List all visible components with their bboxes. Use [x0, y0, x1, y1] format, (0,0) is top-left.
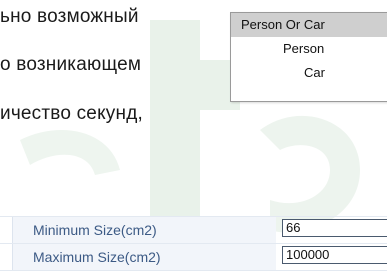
document-line-3: ичество секунд, [0, 103, 143, 124]
form-row-minimum-size: Minimum Size(cm2) [0, 216, 387, 243]
document-line-1: ьно возможный [0, 6, 139, 27]
minimum-size-input[interactable] [282, 219, 387, 237]
label-cell: Maximum Size(cm2) [12, 244, 276, 270]
dropdown-option-person[interactable]: Person [231, 37, 387, 61]
dropdown-option-car[interactable]: Car [231, 61, 387, 85]
label-cell: Minimum Size(cm2) [12, 217, 276, 243]
detection-target-dropdown[interactable]: Person Or Car Person Car [230, 12, 387, 102]
size-settings-form: Minimum Size(cm2) Maximum Size(cm2) [0, 216, 387, 271]
form-row-maximum-size: Maximum Size(cm2) [0, 243, 387, 271]
maximum-size-label: Maximum Size(cm2) [33, 249, 161, 265]
document-line-2: о возникающем [0, 54, 142, 75]
minimum-size-label: Minimum Size(cm2) [33, 222, 157, 238]
dropdown-option-person-or-car[interactable]: Person Or Car [231, 13, 387, 37]
maximum-size-input[interactable] [282, 246, 387, 264]
